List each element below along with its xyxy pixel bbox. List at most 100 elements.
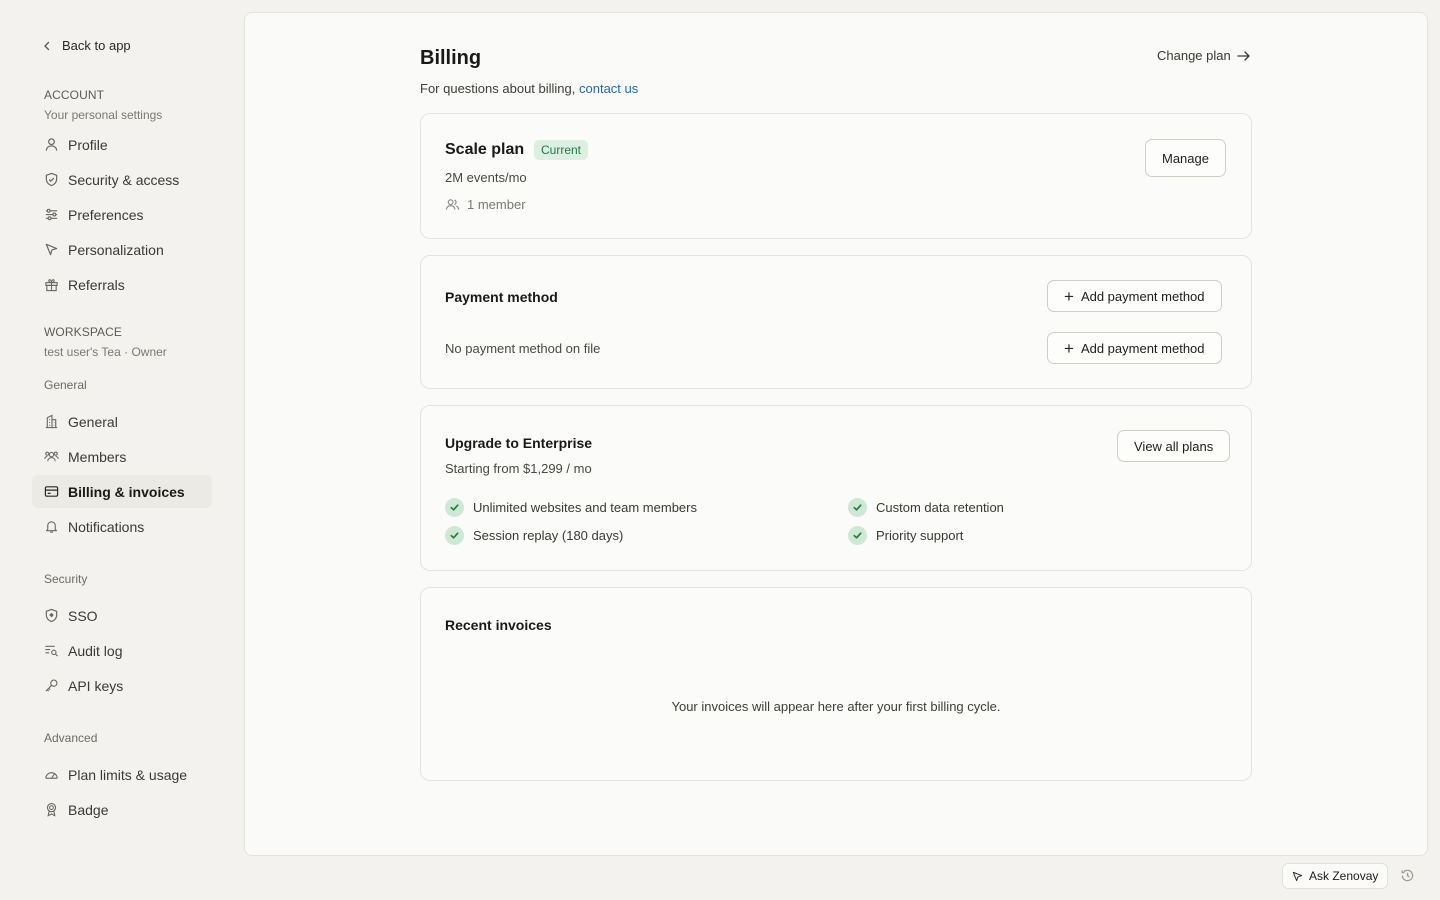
group-title-security: Security xyxy=(44,572,88,586)
feature-label: Custom data retention xyxy=(876,500,1004,515)
sidebar-item-label: Billing & invoices xyxy=(68,483,185,500)
account-section-subtitle: Your personal settings xyxy=(44,108,163,122)
user-icon xyxy=(44,137,59,152)
sidebar-item-label: Personalization xyxy=(68,241,164,258)
payment-empty-text: No payment method on file xyxy=(445,341,601,356)
sidebar-item-billing-invoices[interactable]: Billing & invoices xyxy=(32,475,212,508)
workspace-section-subtitle: test user's Tea · Owner xyxy=(44,345,167,359)
shield-check-icon xyxy=(44,608,59,623)
upgrade-title: Upgrade to Enterprise xyxy=(445,435,593,451)
sidebar-item-label: Profile xyxy=(68,136,108,153)
sidebar-item-security-access[interactable]: Security & access xyxy=(32,163,212,196)
feature-item: Session replay (180 days) xyxy=(445,526,623,545)
billing-panel: Billing For questions about billing, con… xyxy=(244,12,1428,856)
upgrade-enterprise-card: Upgrade to Enterprise Starting from $1,2… xyxy=(420,405,1252,571)
sidebar-item-label: Audit log xyxy=(68,642,123,659)
plan-name: Scale plan xyxy=(445,141,525,158)
plus-icon: + xyxy=(1064,338,1074,358)
sidebar-item-audit-log[interactable]: Audit log xyxy=(32,634,212,667)
shield-icon xyxy=(44,172,59,187)
sidebar-item-api-keys[interactable]: API keys xyxy=(32,669,212,702)
gauge-icon xyxy=(44,767,59,782)
ask-assistant-button[interactable]: Ask Zenovay xyxy=(1282,863,1389,889)
payment-method-card: Payment method + Add payment method No p… xyxy=(420,255,1252,389)
recent-invoices-card: Recent invoices Your invoices will appea… xyxy=(420,587,1252,781)
check-icon xyxy=(445,498,464,517)
sidebar-item-label: Referrals xyxy=(68,276,125,293)
credit-card-icon xyxy=(44,484,59,499)
feature-label: Priority support xyxy=(876,528,964,543)
page-subtitle: For questions about billing, contact us xyxy=(420,81,638,96)
contact-us-link[interactable]: contact us xyxy=(579,81,638,96)
upgrade-price: Starting from $1,299 / mo xyxy=(445,461,592,476)
group-title-general: General xyxy=(44,378,87,392)
sidebar-item-members[interactable]: Members xyxy=(32,440,212,473)
recent-invoices-title: Recent invoices xyxy=(445,617,552,633)
history-icon[interactable] xyxy=(1400,868,1415,883)
payment-method-title: Payment method xyxy=(445,289,558,305)
sidebar-item-personalization[interactable]: Personalization xyxy=(32,233,212,266)
list-search-icon xyxy=(44,643,59,658)
sidebar-item-label: Notifications xyxy=(68,518,145,535)
sidebar-item-sso[interactable]: SSO xyxy=(32,599,212,632)
sidebar-item-label: General xyxy=(68,413,118,430)
plan-events: 2M events/mo xyxy=(445,170,527,185)
cursor-icon xyxy=(44,242,59,257)
ask-assistant-label: Ask Zenovay xyxy=(1309,869,1379,883)
sidebar-item-label: Members xyxy=(68,448,127,465)
back-to-app-label: Back to app xyxy=(62,38,131,53)
check-icon xyxy=(848,526,867,545)
add-payment-method-button[interactable]: + Add payment method xyxy=(1047,280,1222,312)
group-title-advanced: Advanced xyxy=(44,731,98,745)
subtitle-text: For questions about billing, xyxy=(420,81,576,96)
status-badge: Current xyxy=(534,140,589,160)
sidebar-item-plan-limits-usage[interactable]: Plan limits & usage xyxy=(32,758,212,791)
manage-button[interactable]: Manage xyxy=(1145,139,1226,177)
feature-item: Custom data retention xyxy=(848,498,1004,517)
key-icon xyxy=(44,678,59,693)
sidebar-item-badge[interactable]: Badge xyxy=(32,793,212,826)
feature-item: Unlimited websites and team members xyxy=(445,498,697,517)
back-to-app-link[interactable]: Back to app xyxy=(42,38,131,53)
invoices-empty-text: Your invoices will appear here after you… xyxy=(671,699,1001,714)
sidebar-item-general[interactable]: General xyxy=(32,405,212,438)
page-title: Billing xyxy=(420,47,482,69)
view-all-plans-button[interactable]: View all plans xyxy=(1117,430,1231,462)
sidebar-item-label: Preferences xyxy=(68,206,144,223)
add-payment-method-label: Add payment method xyxy=(1080,340,1205,356)
sidebar-item-referrals[interactable]: Referrals xyxy=(32,268,212,301)
bell-icon xyxy=(44,519,59,534)
plus-icon: + xyxy=(1064,286,1074,306)
cursor-icon xyxy=(1292,871,1303,881)
feature-label: Unlimited websites and team members xyxy=(473,500,697,515)
sidebar-item-notifications[interactable]: Notifications xyxy=(32,510,212,543)
members-count: 1 member xyxy=(467,197,526,212)
sidebar-item-label: Security & access xyxy=(68,171,180,188)
feature-label: Session replay (180 days) xyxy=(473,528,624,543)
users-icon xyxy=(445,199,460,210)
sidebar-item-label: Badge xyxy=(68,801,109,818)
add-payment-method-button-secondary[interactable]: + Add payment method xyxy=(1047,332,1222,364)
sidebar-item-preferences[interactable]: Preferences xyxy=(32,198,212,231)
plan-card: Scale plan Current 2M events/mo 1 member… xyxy=(420,113,1252,239)
change-plan-label: Change plan xyxy=(1157,48,1231,63)
chevron-left-icon xyxy=(44,41,50,50)
feature-item: Priority support xyxy=(848,526,963,545)
award-icon xyxy=(44,802,59,817)
check-icon xyxy=(848,498,867,517)
sidebar-item-label: API keys xyxy=(68,677,124,694)
workspace-section-title: WORKSPACE xyxy=(44,325,123,339)
arrow-right-icon xyxy=(1237,50,1250,61)
sidebar-item-label: Plan limits & usage xyxy=(68,766,188,783)
change-plan-link[interactable]: Change plan xyxy=(1157,48,1251,63)
users-icon xyxy=(44,449,59,464)
gift-icon xyxy=(44,277,59,292)
check-icon xyxy=(445,526,464,545)
sliders-icon xyxy=(44,207,59,222)
sidebar-item-label: SSO xyxy=(68,607,98,624)
building-icon xyxy=(44,414,59,429)
plan-members: 1 member xyxy=(445,197,526,212)
sidebar-item-profile[interactable]: Profile xyxy=(32,128,212,161)
account-section-title: ACCOUNT xyxy=(44,88,105,102)
add-payment-method-label: Add payment method xyxy=(1080,288,1205,304)
